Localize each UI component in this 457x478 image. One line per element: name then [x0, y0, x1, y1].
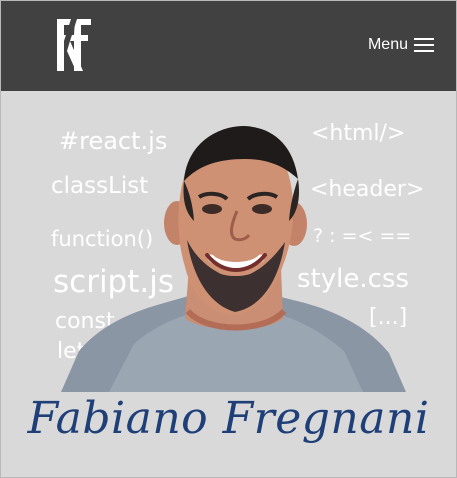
menu-label: Menu	[367, 36, 408, 53]
page-frame: Menu #react.js classList function() scri…	[0, 0, 457, 478]
signature-name: Fabiano Fregnani	[27, 393, 430, 444]
menu-button[interactable]: Menu	[368, 33, 434, 57]
hamburger-menu-icon	[414, 37, 434, 53]
site-header: Menu	[1, 1, 456, 91]
hero-banner: #react.js classList function() script.js…	[1, 91, 456, 477]
profile-photo	[61, 126, 406, 392]
fa-monogram-icon[interactable]	[53, 17, 95, 73]
